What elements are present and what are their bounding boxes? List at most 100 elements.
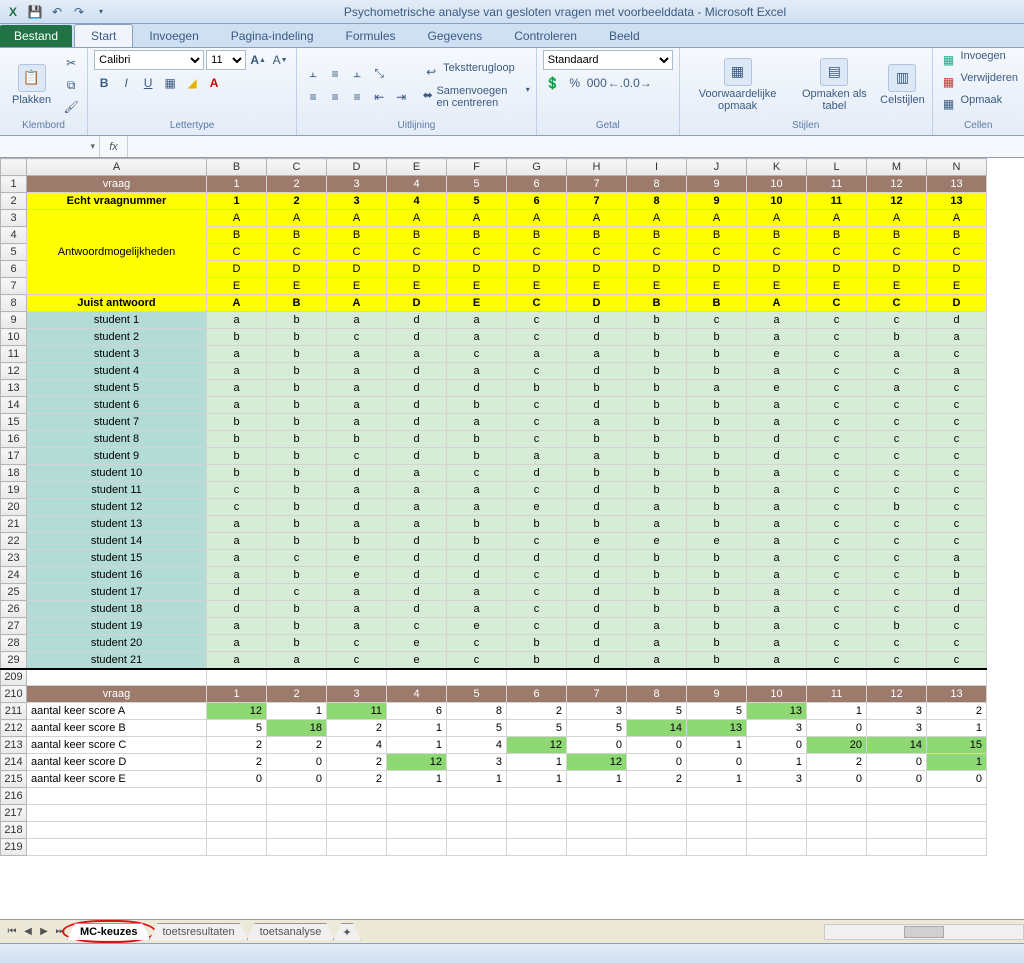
row-header[interactable]: 28: [1, 635, 27, 652]
cell[interactable]: 0: [927, 771, 987, 788]
cell[interactable]: c: [807, 635, 867, 652]
cell[interactable]: a: [867, 380, 927, 397]
cell[interactable]: b: [267, 414, 327, 431]
cell[interactable]: D: [687, 261, 747, 278]
cell[interactable]: [507, 839, 567, 856]
cell[interactable]: B: [387, 227, 447, 244]
cell[interactable]: 1: [207, 176, 267, 193]
cell[interactable]: d: [567, 397, 627, 414]
align-center-icon[interactable]: ≡: [325, 87, 345, 107]
cell[interactable]: D: [507, 261, 567, 278]
cell[interactable]: 11: [327, 703, 387, 720]
cell[interactable]: e: [747, 346, 807, 363]
cell[interactable]: c: [507, 533, 567, 550]
cell[interactable]: D: [387, 295, 447, 312]
row-header[interactable]: 16: [1, 431, 27, 448]
cell[interactable]: C: [267, 244, 327, 261]
cell[interactable]: b: [867, 499, 927, 516]
cell[interactable]: c: [327, 652, 387, 669]
row-header[interactable]: 1: [1, 176, 27, 193]
cell[interactable]: 1: [207, 686, 267, 703]
cell[interactable]: [627, 805, 687, 822]
fx-icon[interactable]: fx: [100, 136, 128, 157]
cell[interactable]: 10: [747, 686, 807, 703]
cell[interactable]: B: [207, 227, 267, 244]
cell[interactable]: [567, 839, 627, 856]
comma-icon[interactable]: 000: [587, 73, 607, 93]
cell[interactable]: b: [687, 499, 747, 516]
cell[interactable]: a: [567, 448, 627, 465]
cell[interactable]: c: [867, 397, 927, 414]
row-header[interactable]: 216: [1, 788, 27, 805]
cell[interactable]: b: [627, 601, 687, 618]
cell[interactable]: 4: [387, 193, 447, 210]
cell[interactable]: a: [627, 635, 687, 652]
cell[interactable]: 13: [927, 193, 987, 210]
student-name-cell[interactable]: student 19: [27, 618, 207, 635]
cell[interactable]: [807, 669, 867, 686]
cell[interactable]: d: [387, 601, 447, 618]
cell[interactable]: c: [927, 380, 987, 397]
cell[interactable]: a: [387, 499, 447, 516]
cell[interactable]: [567, 669, 627, 686]
cell[interactable]: a: [747, 482, 807, 499]
cell[interactable]: [387, 788, 447, 805]
cell[interactable]: a: [207, 363, 267, 380]
header-cell[interactable]: Juist antwoord: [27, 295, 207, 312]
cell[interactable]: 20: [807, 737, 867, 754]
cell[interactable]: D: [927, 261, 987, 278]
cell[interactable]: C: [807, 244, 867, 261]
cell[interactable]: 1: [747, 754, 807, 771]
cell[interactable]: 5: [627, 703, 687, 720]
cell[interactable]: 2: [207, 754, 267, 771]
cell[interactable]: B: [687, 227, 747, 244]
cell[interactable]: [447, 822, 507, 839]
cell[interactable]: 12: [387, 754, 447, 771]
cell[interactable]: e: [567, 533, 627, 550]
currency-icon[interactable]: 💲: [543, 73, 563, 93]
cell[interactable]: C: [567, 244, 627, 261]
delete-cells-button[interactable]: ▦Verwijderen: [939, 72, 1018, 92]
cell[interactable]: [867, 669, 927, 686]
cell[interactable]: 1: [267, 703, 327, 720]
cell[interactable]: e: [387, 635, 447, 652]
cell[interactable]: b: [627, 363, 687, 380]
cell[interactable]: 4: [447, 737, 507, 754]
cell[interactable]: C: [927, 244, 987, 261]
cell[interactable]: b: [507, 652, 567, 669]
cell[interactable]: b: [627, 380, 687, 397]
cell[interactable]: [27, 669, 207, 686]
tab-formules[interactable]: Formules: [330, 25, 412, 47]
cell[interactable]: [327, 669, 387, 686]
cell[interactable]: a: [207, 635, 267, 652]
cell[interactable]: [927, 839, 987, 856]
cell[interactable]: a: [747, 363, 807, 380]
col-header[interactable]: E: [387, 159, 447, 176]
formula-input[interactable]: [128, 136, 1024, 157]
row-header[interactable]: 25: [1, 584, 27, 601]
cut-icon[interactable]: ✂: [61, 53, 81, 73]
cell[interactable]: b: [627, 465, 687, 482]
score-label-cell[interactable]: aantal keer score B: [27, 720, 207, 737]
cell[interactable]: c: [927, 397, 987, 414]
cell[interactable]: b: [267, 397, 327, 414]
cell[interactable]: 0: [807, 720, 867, 737]
header-cell[interactable]: vraag: [27, 176, 207, 193]
cell[interactable]: b: [267, 499, 327, 516]
student-name-cell[interactable]: student 21: [27, 652, 207, 669]
cell[interactable]: b: [627, 550, 687, 567]
cell[interactable]: 5: [447, 193, 507, 210]
cell[interactable]: b: [267, 380, 327, 397]
row-header[interactable]: 218: [1, 822, 27, 839]
cell[interactable]: [747, 805, 807, 822]
cell[interactable]: C: [747, 244, 807, 261]
cell[interactable]: c: [807, 601, 867, 618]
cell[interactable]: [387, 805, 447, 822]
cell[interactable]: B: [867, 227, 927, 244]
font-color-icon[interactable]: A: [204, 73, 224, 93]
cell[interactable]: C: [867, 244, 927, 261]
row-header[interactable]: 12: [1, 363, 27, 380]
cell[interactable]: 8: [447, 703, 507, 720]
cell[interactable]: 3: [747, 771, 807, 788]
cell[interactable]: c: [867, 516, 927, 533]
